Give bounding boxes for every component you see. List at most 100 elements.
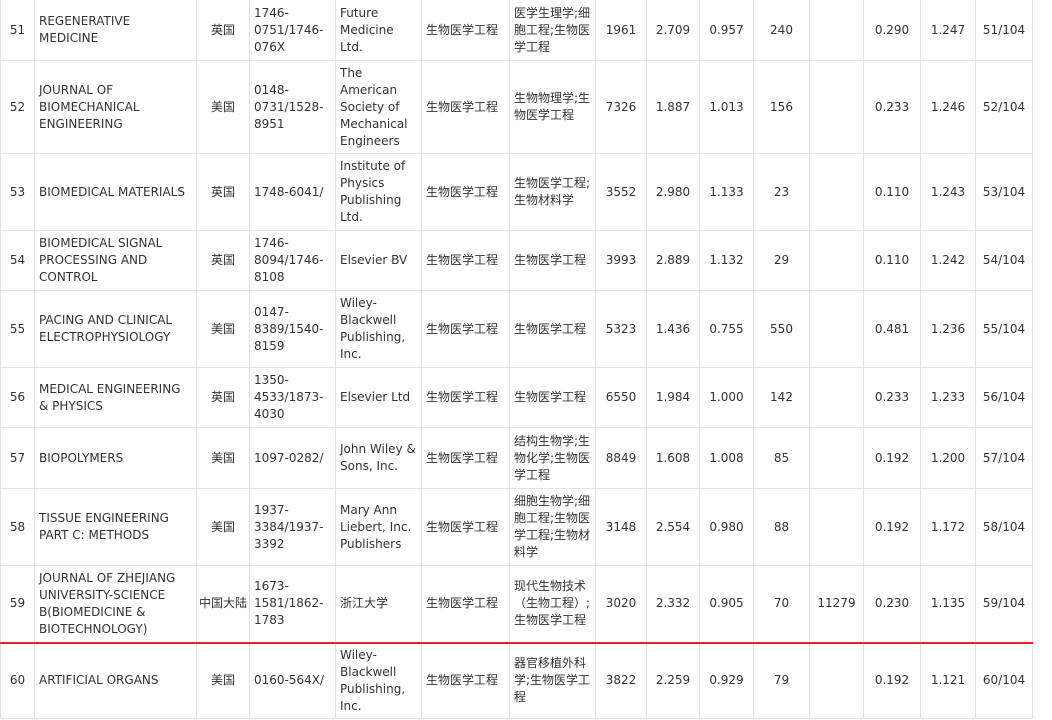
- country-cell: 中国大陆: [196, 565, 250, 643]
- metric-cell-6: 0.233: [863, 367, 921, 428]
- metric-cell-1: 3020: [595, 565, 647, 643]
- journal-name-cell: TISSUE ENGINEERING PART C: METHODS: [34, 488, 197, 566]
- metric-cell-7: 1.243: [920, 153, 976, 231]
- metric-cell-5: [809, 427, 864, 489]
- metric-cell-5: [809, 153, 864, 231]
- category-cell: 生物医学工程: [421, 60, 510, 154]
- metric-cell-6: 0.192: [863, 427, 921, 489]
- rank-position-cell: 58/104: [975, 488, 1033, 566]
- issn-cell: 1746-0751/1746-076X: [249, 0, 336, 61]
- metric-cell-3: 1.133: [699, 153, 754, 231]
- issn-cell: 0160-564X/: [249, 641, 336, 719]
- metric-cell-2: 1.436: [646, 290, 700, 368]
- journal-name-cell: BIOMEDICAL SIGNAL PROCESSING AND CONTROL: [34, 230, 197, 291]
- table-row: 60 ARTIFICIAL ORGANS 美国 0160-564X/Wiley-Bla…: [0, 641, 1033, 719]
- table-row: 58 TISSUE ENGINEERING PART C: METHODS 美国 19…: [0, 488, 1033, 566]
- publisher-cell: Elsevier Ltd: [335, 367, 422, 428]
- issn-cell: 1350-4533/1873-4030: [249, 367, 336, 428]
- table-row: 56 MEDICAL ENGINEERING & PHYSICS 英国 1350-45…: [0, 367, 1033, 428]
- metric-cell-4: 142: [753, 367, 810, 428]
- journal-ranking-table: 51 REGENERATIVE MEDICINE 英国 1746-0751/1746-…: [0, 0, 1033, 719]
- table-row: 53 BIOMEDICAL MATERIALS 英国 1748-6041/Instit…: [0, 153, 1033, 231]
- metric-cell-7: 1.172: [920, 488, 976, 566]
- metric-cell-3: 0.929: [699, 641, 754, 719]
- metric-cell-7: 1.135: [920, 565, 976, 643]
- metric-cell-7: 1.242: [920, 230, 976, 291]
- category-cell: 生物医学工程: [421, 0, 510, 61]
- publisher-cell: Institute of Physics Publishing Ltd.: [335, 153, 422, 231]
- metric-cell-2: 2.980: [646, 153, 700, 231]
- metric-cell-2: 2.259: [646, 641, 700, 719]
- metric-cell-7: 1.200: [920, 427, 976, 489]
- country-cell: 美国: [196, 641, 250, 719]
- table-row: 54 BIOMEDICAL SIGNAL PROCESSING AND CONTR…: [0, 230, 1033, 291]
- subjects-cell: 结构生物学;生物化学;生物医学工程: [509, 427, 596, 489]
- rank-cell: 54: [0, 230, 35, 291]
- metric-cell-3: 1.132: [699, 230, 754, 291]
- publisher-cell: Future Medicine Ltd.: [335, 0, 422, 61]
- country-cell: 美国: [196, 60, 250, 154]
- country-cell: 美国: [196, 488, 250, 566]
- rank-position-cell: 55/104: [975, 290, 1033, 368]
- metric-cell-4: 240: [753, 0, 810, 61]
- subjects-cell: 细胞生物学;细胞工程;生物医学工程;生物材料学: [509, 488, 596, 566]
- metric-cell-6: 0.290: [863, 0, 921, 61]
- metric-cell-7: 1.247: [920, 0, 976, 61]
- rank-position-cell: 52/104: [975, 60, 1033, 154]
- subjects-cell: 生物物理学;生物医学工程: [509, 60, 596, 154]
- subjects-cell: 器官移植外科学;生物医学工程: [509, 641, 596, 719]
- journal-name-cell: REGENERATIVE MEDICINE: [34, 0, 197, 61]
- rank-cell: 60: [0, 641, 35, 719]
- journal-name-cell: MEDICAL ENGINEERING & PHYSICS: [34, 367, 197, 428]
- issn-cell: 1097-0282/: [249, 427, 336, 489]
- metric-cell-6: 0.481: [863, 290, 921, 368]
- metric-cell-1: 5323: [595, 290, 647, 368]
- country-cell: 英国: [196, 367, 250, 428]
- metric-cell-3: 1.013: [699, 60, 754, 154]
- subjects-cell: 生物医学工程;生物材料学: [509, 153, 596, 231]
- journal-name-cell: PACING AND CLINICAL ELECTROPHYSIOLOGY: [34, 290, 197, 368]
- rank-cell: 56: [0, 367, 35, 428]
- country-cell: 英国: [196, 0, 250, 61]
- table-row: 51 REGENERATIVE MEDICINE 英国 1746-0751/1746-…: [0, 0, 1033, 61]
- subjects-cell: 生物医学工程: [509, 367, 596, 428]
- issn-cell: 0148-0731/1528-8951: [249, 60, 336, 154]
- metric-cell-4: 70: [753, 565, 810, 643]
- metric-cell-6: 0.110: [863, 230, 921, 291]
- metric-cell-4: 29: [753, 230, 810, 291]
- metric-cell-7: 1.246: [920, 60, 976, 154]
- metric-cell-4: 23: [753, 153, 810, 231]
- metric-cell-1: 1961: [595, 0, 647, 61]
- metric-cell-2: 2.332: [646, 565, 700, 643]
- metric-cell-4: 85: [753, 427, 810, 489]
- metric-cell-5: 11279: [809, 565, 864, 643]
- metric-cell-3: 0.980: [699, 488, 754, 566]
- category-cell: 生物医学工程: [421, 367, 510, 428]
- metric-cell-6: 0.233: [863, 60, 921, 154]
- country-cell: 美国: [196, 290, 250, 368]
- metric-cell-2: 2.709: [646, 0, 700, 61]
- metric-cell-2: 1.608: [646, 427, 700, 489]
- table-row: 57 BIOPOLYMERS 美国 1097-0282/John Wiley & So…: [0, 427, 1033, 489]
- publisher-cell: Wiley-Blackwell Publishing, Inc.: [335, 641, 422, 719]
- metric-cell-1: 3822: [595, 641, 647, 719]
- metric-cell-2: 2.889: [646, 230, 700, 291]
- table-row: 52 JOURNAL OF BIOMECHANICAL ENGINEERING 美国…: [0, 60, 1033, 154]
- category-cell: 生物医学工程: [421, 153, 510, 231]
- metric-cell-5: [809, 367, 864, 428]
- metric-cell-6: 0.230: [863, 565, 921, 643]
- metric-cell-1: 3993: [595, 230, 647, 291]
- publisher-cell: 浙江大学: [335, 565, 422, 643]
- journal-name-cell: ARTIFICIAL ORGANS: [34, 641, 197, 719]
- metric-cell-3: 1.008: [699, 427, 754, 489]
- journal-name-cell: BIOMEDICAL MATERIALS: [34, 153, 197, 231]
- metric-cell-1: 8849: [595, 427, 647, 489]
- metric-cell-1: 3148: [595, 488, 647, 566]
- category-cell: 生物医学工程: [421, 641, 510, 719]
- table-row: 55 PACING AND CLINICAL ELECTROPHYSIOLOGY 美…: [0, 290, 1033, 368]
- issn-cell: 1937-3384/1937-3392: [249, 488, 336, 566]
- publisher-cell: Elsevier BV: [335, 230, 422, 291]
- publisher-cell: John Wiley & Sons, Inc.: [335, 427, 422, 489]
- category-cell: 生物医学工程: [421, 565, 510, 643]
- subjects-cell: 生物医学工程: [509, 290, 596, 368]
